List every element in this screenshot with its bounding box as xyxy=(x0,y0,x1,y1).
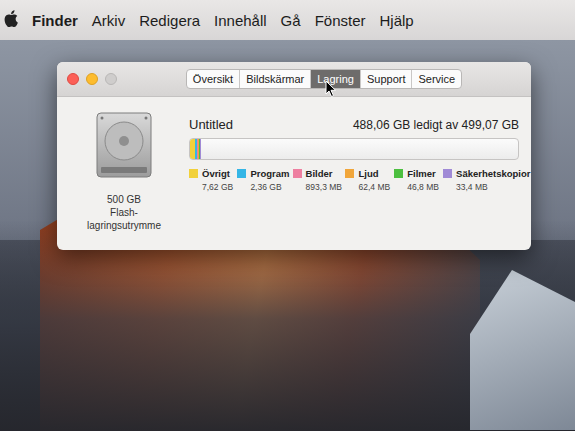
legend-name: Ljud xyxy=(358,168,378,179)
tab[interactable]: Service xyxy=(411,70,461,88)
desktop: ÖversiktBildskärmarLagringSupportService… xyxy=(0,40,575,431)
menu-item[interactable]: Arkiv xyxy=(92,12,125,29)
legend-item: Program 2,36 GB xyxy=(237,168,282,192)
volume-header: Untitled 488,06 GB ledigt av 499,07 GB xyxy=(189,117,519,132)
volume-info: Untitled 488,06 GB ledigt av 499,07 GB Övr… xyxy=(189,111,519,232)
window-controls xyxy=(67,73,117,85)
disk-label: 500 GBFlash-lagringsutrymme xyxy=(87,193,161,232)
menu-bar: Finder Arkiv Redigera Innehåll Gå Fönster Hjäl… xyxy=(0,0,575,40)
legend-item: Bilder 893,3 MB xyxy=(293,168,336,192)
close-button[interactable] xyxy=(67,73,79,85)
minimize-button[interactable] xyxy=(86,73,98,85)
legend-size: 893,3 MB xyxy=(293,182,336,192)
zoom-button[interactable] xyxy=(105,73,117,85)
tab[interactable]: Bildskärmar xyxy=(239,70,310,88)
legend-swatch xyxy=(237,169,246,178)
tab[interactable]: Lagring xyxy=(310,70,360,88)
free-space: 488,06 GB ledigt av 499,07 GB xyxy=(353,118,519,132)
volume-name: Untitled xyxy=(189,117,233,132)
legend-title: Bilder xyxy=(293,168,336,179)
menu-item[interactable]: Redigera xyxy=(139,12,200,29)
legend-name: Säkerhetskopior xyxy=(456,168,530,179)
legend-title: Övrigt xyxy=(189,168,227,179)
tab[interactable]: Support xyxy=(360,70,412,88)
legend-size: 46,8 MB xyxy=(394,182,433,192)
menu-item[interactable]: Innehåll xyxy=(214,12,267,29)
legend-name: Program xyxy=(250,168,289,179)
legend-size: 62,4 MB xyxy=(345,182,384,192)
disk-info: 500 GBFlash-lagringsutrymme xyxy=(69,111,179,232)
disk-label-line: Flash- xyxy=(110,206,138,219)
hard-drive-icon xyxy=(93,111,155,183)
legend-item: Ljud 62,4 MB xyxy=(345,168,384,192)
legend-name: Filmer xyxy=(407,168,436,179)
pointer-icon xyxy=(325,80,337,98)
legend-swatch xyxy=(293,169,302,178)
menu-item[interactable]: Hjälp xyxy=(379,12,413,29)
about-window: ÖversiktBildskärmarLagringSupportService… xyxy=(57,62,531,250)
storage-bar xyxy=(189,138,519,160)
legend-size: 33,4 MB xyxy=(443,182,519,192)
legend-title: Säkerhetskopior xyxy=(443,168,519,179)
legend-title: Program xyxy=(237,168,282,179)
menu-item[interactable]: Gå xyxy=(281,12,301,29)
menu-item[interactable]: Fönster xyxy=(315,12,366,29)
legend-swatch xyxy=(394,169,403,178)
legend-item: Övrigt 7,62 GB xyxy=(189,168,227,192)
legend-swatch xyxy=(443,169,452,178)
tab[interactable]: Översikt xyxy=(187,70,239,88)
storage-legend: Övrigt 7,62 GB Program 2,36 GB Bilder 893,3 M… xyxy=(189,168,519,192)
legend-size: 7,62 GB xyxy=(189,182,227,192)
legend-swatch xyxy=(189,169,198,178)
app-menu[interactable]: Finder xyxy=(32,12,78,29)
apple-icon[interactable] xyxy=(4,10,18,31)
legend-item: Säkerhetskopior 33,4 MB xyxy=(443,168,519,192)
legend-name: Övrigt xyxy=(202,168,230,179)
legend-title: Ljud xyxy=(345,168,384,179)
legend-name: Bilder xyxy=(306,168,333,179)
disk-label-line: 500 GB xyxy=(107,193,141,206)
storage-panel: 500 GBFlash-lagringsutrymme Untitled 488,0… xyxy=(57,97,531,250)
legend-title: Filmer xyxy=(394,168,433,179)
title-bar: ÖversiktBildskärmarLagringSupportService xyxy=(57,62,531,97)
legend-swatch xyxy=(345,169,354,178)
legend-item: Filmer 46,8 MB xyxy=(394,168,433,192)
legend-size: 2,36 GB xyxy=(237,182,282,192)
disk-label-line: lagringsutrymme xyxy=(87,219,161,232)
storage-segment xyxy=(200,139,201,159)
tab-bar: ÖversiktBildskärmarLagringSupportService xyxy=(186,69,462,89)
